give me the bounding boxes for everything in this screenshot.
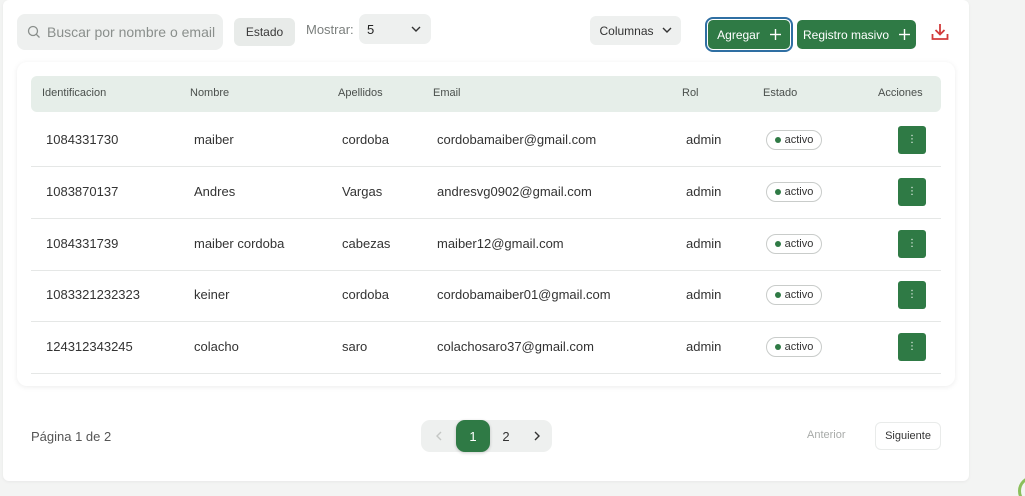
cell-nombre: colacho [194,339,239,354]
status-text: activo [784,134,814,146]
status-dot-icon [774,137,781,143]
cell-rol: admin [686,132,722,147]
status-text: activo [784,186,814,198]
bulk-register-label: Registro masivo [802,27,890,42]
cell-nombre: maiber [194,132,234,147]
users-card: Buscar por nombre o email Estado Mostrar… [3,0,969,481]
plus-icon [899,29,911,40]
more-vertical-icon: ⋮ [907,134,917,145]
estado-filter-button[interactable]: Estado [234,18,295,46]
header-estado: Estado [763,87,798,99]
cell-id: 1083321232323 [46,287,140,302]
next-page-button[interactable] [522,420,552,452]
cell-nombre: keiner [194,287,230,302]
decorative-circle [1018,476,1025,496]
cell-email: cordobamaiber@gmail.com [437,132,597,147]
status-text: activo [784,341,814,353]
anterior-button[interactable]: Anterior [807,429,846,441]
more-vertical-icon: ⋮ [907,238,917,249]
search-input[interactable]: Buscar por nombre o email [47,24,215,40]
cell-rol: admin [686,339,722,354]
header-email: Email [433,87,461,99]
cell-rol: admin [686,184,722,199]
search-box[interactable]: Buscar por nombre o email [17,14,223,50]
chevron-right-icon [534,431,540,441]
cell-email: cordobamaiber01@gmail.com [437,287,611,302]
chevron-down-icon [411,26,421,32]
status-badge: activo [766,234,822,254]
cell-apellidos: Vargas [342,184,383,199]
status-badge: activo [766,337,822,357]
download-icon[interactable] [930,22,950,42]
cell-apellidos: cabezas [342,236,391,251]
prev-page-button[interactable] [423,420,453,452]
table-row: 1083321232323 keiner cordoba cordobamaib… [31,270,941,322]
more-vertical-icon: ⋮ [907,186,917,197]
cell-apellidos: saro [342,339,368,354]
cell-id: 1083870137 [46,184,119,199]
status-dot-icon [774,241,781,247]
row-actions-button[interactable]: ⋮ [898,178,926,206]
page-info: Página 1 de 2 [31,429,112,444]
status-dot-icon [774,344,781,350]
page-selector: 1 2 [421,420,552,452]
chevron-down-icon [662,27,672,33]
more-vertical-icon: ⋮ [907,289,917,300]
status-badge: activo [766,130,822,150]
add-button[interactable]: Agregar [705,17,793,52]
table-header: Identificacion Nombre Apellidos Email Ro… [31,76,941,112]
status-badge: activo [766,285,822,305]
siguiente-button[interactable]: Siguiente [875,422,941,450]
cell-id: 124312343245 [46,339,133,354]
row-actions-button[interactable]: ⋮ [898,126,926,154]
row-actions-button[interactable]: ⋮ [898,333,926,361]
table-row: 1084331730 maiber cordoba cordobamaiber@… [31,115,941,167]
table-row: 124312343245 colacho saro colachosaro37@… [31,322,941,374]
status-dot-icon [774,292,781,298]
page-2-button[interactable]: 2 [490,420,522,452]
status-badge: activo [766,182,822,202]
status-text: activo [784,289,814,301]
users-table: Identificacion Nombre Apellidos Email Ro… [17,62,955,386]
cell-rol: admin [686,236,722,251]
page-1-button[interactable]: 1 [456,420,490,452]
row-actions-button[interactable]: ⋮ [898,281,926,309]
status-dot-icon [774,189,781,195]
cell-apellidos: cordoba [342,287,389,302]
more-vertical-icon: ⋮ [907,341,917,352]
cell-email: andresvg0902@gmail.com [437,184,592,199]
cell-id: 1084331730 [46,132,119,147]
columns-button[interactable]: Columnas [590,16,681,45]
toolbar: Buscar por nombre o email Estado Mostrar… [3,0,969,60]
header-acciones: Acciones [878,87,923,99]
cell-apellidos: cordoba [342,132,389,147]
pagination-bar: Página 1 de 2 1 2 Anterior Siguiente [17,405,955,469]
cell-id: 1084331739 [46,236,119,251]
plus-icon [769,29,781,40]
header-rol: Rol [682,87,699,99]
header-nombre: Nombre [190,87,230,99]
header-id: Identificacion [42,87,107,99]
page-size-value: 5 [367,21,375,37]
cell-rol: admin [686,287,722,302]
chevron-left-icon [435,431,441,441]
header-apellidos: Apellidos [338,87,383,99]
mostrar-label: Mostrar: [306,22,354,37]
table-row: 1084331739 maiber cordoba cabezas maiber… [31,219,941,271]
status-text: activo [784,238,814,250]
cell-nombre: Andres [194,184,236,199]
bulk-register-button[interactable]: Registro masivo [797,20,916,49]
cell-email: maiber12@gmail.com [437,236,564,251]
search-icon [27,25,40,38]
cell-nombre: maiber cordoba [194,236,285,251]
columns-label: Columnas [599,23,654,38]
add-label: Agregar [717,27,760,42]
cell-email: colachosaro37@gmail.com [437,339,594,354]
page-size-select[interactable]: 5 [359,14,431,44]
row-actions-button[interactable]: ⋮ [898,230,926,258]
table-row: 1083870137 Andres Vargas andresvg0902@gm… [31,167,941,219]
